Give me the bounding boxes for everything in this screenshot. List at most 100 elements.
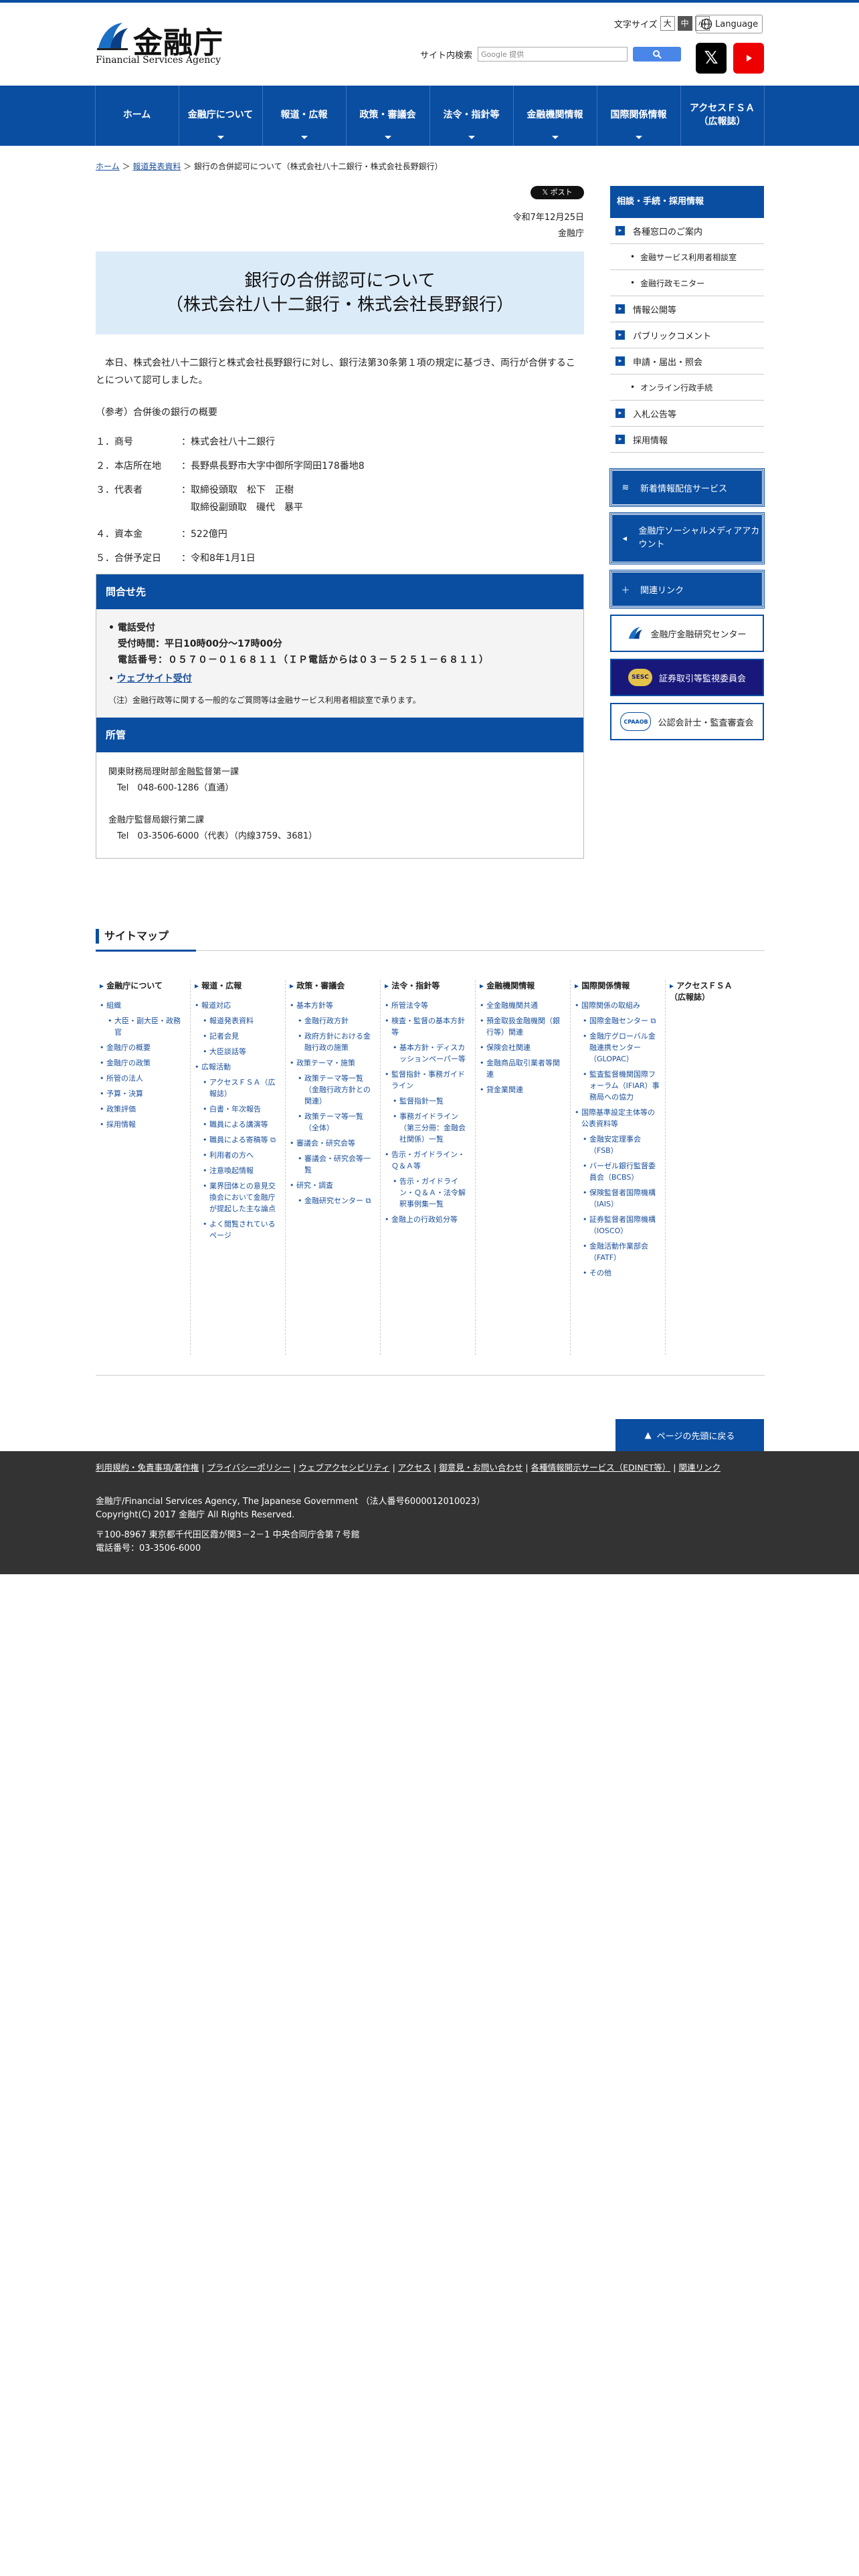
sidebar-item-online-procedures[interactable]: オンライン行政手続 — [610, 374, 764, 401]
sitemap-link[interactable]: 証券監督者国際機構（IOSCO） — [575, 1214, 661, 1237]
footer-link[interactable]: アクセス — [398, 1463, 431, 1473]
sitemap-link[interactable]: 審議会・研究会等 — [290, 1138, 376, 1149]
sitemap-link[interactable]: 告示・ガイドライン・Ｑ＆Ａ等 — [385, 1149, 471, 1172]
nav-about[interactable]: 金融庁について — [179, 86, 263, 146]
nav-policy[interactable]: 政策・審議会 — [347, 86, 430, 146]
sesc-button[interactable]: SESC 証券取引等監視委員会 — [610, 659, 764, 696]
sidebar-item-contacts[interactable]: ▸ 各種窓口のご案内 — [610, 218, 764, 244]
sitemap-link[interactable]: 国際関係の取組み — [575, 1000, 661, 1011]
related-links-button[interactable]: ＋関連リンク — [609, 570, 765, 609]
news-delivery-button[interactable]: ≋ 新着情報配信サービス — [609, 468, 765, 507]
fsa-logo[interactable]: 金融庁 Financial Services Agency — [96, 17, 229, 66]
sitemap-link[interactable]: 金融庁の概要 — [100, 1042, 186, 1053]
sitemap-link[interactable]: 注意喚起情報 — [195, 1165, 281, 1176]
research-center-button[interactable]: 金融庁金融研究センター — [610, 615, 764, 652]
sitemap-link[interactable]: 所管法令等 — [385, 1000, 471, 1011]
sidebar-item-monitor[interactable]: 金融行政モニター — [610, 270, 764, 296]
sitemap-column-title[interactable]: 報道・広報 — [195, 980, 281, 992]
sitemap-link[interactable]: 監督指針一覧 — [385, 1095, 471, 1107]
breadcrumb-press[interactable]: 報道発表資料 — [132, 162, 181, 171]
sitemap-link[interactable]: 審議会・研究会等一覧 — [290, 1153, 376, 1176]
sitemap-link[interactable]: 政策テーマ等一覧（全体） — [290, 1111, 376, 1134]
sidebar-item-applications[interactable]: ▸ 申請・届出・照会 — [610, 348, 764, 374]
sitemap-link[interactable]: 職員による講演等 — [195, 1119, 281, 1130]
sitemap-link[interactable]: 金融商品取引業者等関連 — [480, 1057, 566, 1080]
footer-link[interactable]: プライバシーポリシー — [207, 1463, 290, 1473]
sitemap-link[interactable]: 貸金業関連 — [480, 1084, 566, 1095]
sitemap-link[interactable]: 監査監督機関国際フォーラム（IFIAR）事務局への協力 — [575, 1069, 661, 1103]
sitemap-link[interactable]: 金融上の行政処分等 — [385, 1214, 471, 1225]
footer-link[interactable]: ウェブアクセシビリティ — [298, 1463, 389, 1473]
sitemap-link[interactable]: 事務ガイドライン（第三分冊：金融会社関係）一覧 — [385, 1111, 471, 1145]
sitemap-link[interactable]: 国際金融センター ⧉ — [575, 1015, 661, 1027]
language-button[interactable]: Language — [696, 15, 763, 33]
sitemap-link[interactable]: 金融活動作業部会（FATF） — [575, 1241, 661, 1263]
sitemap-link[interactable]: 業界団体との意見交換会において金融庁が提起した主な論点 — [195, 1180, 281, 1214]
sitemap-link[interactable]: 政策テーマ・施策 — [290, 1057, 376, 1069]
sitemap-link[interactable]: 大臣談話等 — [195, 1046, 281, 1057]
nav-press[interactable]: 報道・広報 — [263, 86, 347, 146]
sidebar-item-disclosure[interactable]: ▸ 情報公開等 — [610, 296, 764, 322]
sitemap-link[interactable]: 政府方針における金融行政の施策 — [290, 1031, 376, 1053]
sitemap-link[interactable]: 全金融機関共通 — [480, 1000, 566, 1011]
sitemap-column-title[interactable]: 金融機関情報 — [480, 980, 566, 992]
sitemap-link[interactable]: アクセスＦＳＡ（広報誌） — [195, 1077, 281, 1099]
footer-link[interactable]: 御意見・お問い合わせ — [439, 1463, 522, 1473]
back-to-top-button[interactable]: ▲ ページの先頭に戻る — [615, 1419, 764, 1451]
sitemap-link[interactable]: 大臣・副大臣・政務官 — [100, 1015, 186, 1038]
sidebar-item-bids[interactable]: ▸ 入札公告等 — [610, 401, 764, 427]
sitemap-link[interactable]: よく閲覧されているページ — [195, 1218, 281, 1241]
sitemap-link[interactable]: 政策テーマ等一覧（金融行政方針との関連） — [290, 1073, 376, 1107]
sitemap-column-title[interactable]: 政策・審議会 — [290, 980, 376, 992]
sitemap-link[interactable]: 保険監督者国際機構（IAIS） — [575, 1187, 661, 1210]
footer-link[interactable]: 関連リンク — [678, 1463, 721, 1473]
sitemap-link[interactable]: 基本方針等 — [290, 1000, 376, 1011]
sitemap-link[interactable]: 保険会社関連 — [480, 1042, 566, 1053]
sitemap-link[interactable]: 検査・監督の基本方針等 — [385, 1015, 471, 1038]
social-media-button[interactable]: ◂ 金融庁ソーシャルメディアアカウント — [609, 512, 765, 564]
sitemap-link[interactable]: 研究・調査 — [290, 1180, 376, 1191]
sitemap-column-title[interactable]: アクセスＦＳＡ （広報誌） — [670, 980, 757, 1003]
sitemap-link[interactable]: 広報活動 — [195, 1061, 281, 1073]
sitemap-link[interactable]: 金融庁グローバル金融連携センター（GLOPAC） — [575, 1031, 661, 1065]
sitemap-link[interactable]: 採用情報 — [100, 1119, 186, 1130]
sidebar-item-recruitment[interactable]: ▸ 採用情報 — [610, 427, 764, 453]
search-button[interactable] — [633, 47, 682, 62]
sitemap-link[interactable]: 予算・決算 — [100, 1088, 186, 1099]
font-size-large-button[interactable]: 大 — [660, 16, 675, 31]
x-post-button[interactable]: 𝕏 ポスト — [531, 186, 584, 199]
font-size-medium-button[interactable]: 中 — [677, 16, 692, 31]
sitemap-link[interactable]: 政策評価 — [100, 1103, 186, 1115]
sitemap-link[interactable]: 報道対応 — [195, 1000, 281, 1011]
sitemap-link[interactable]: 組織 — [100, 1000, 186, 1011]
cpaaob-button[interactable]: CPAAOB 公認会計士・監査審査会 — [610, 703, 764, 740]
sitemap-link[interactable]: 金融安定理事会（FSB） — [575, 1134, 661, 1156]
sitemap-column-title[interactable]: 国際関係情報 — [575, 980, 661, 992]
footer-link[interactable]: 各種情報開示サービス（EDINET等） — [531, 1463, 671, 1473]
sitemap-column-title[interactable]: 金融庁について — [100, 980, 186, 992]
footer-link[interactable]: 利用規約・免責事項/著作権 — [96, 1463, 199, 1473]
sidebar-item-public-comment[interactable]: ▸ パブリックコメント — [610, 322, 764, 348]
youtube-icon[interactable] — [733, 43, 764, 74]
sitemap-link[interactable]: 金融研究センター ⧉ — [290, 1195, 376, 1206]
sitemap-column-title[interactable]: 法令・指針等 — [385, 980, 471, 992]
nav-home[interactable]: ホーム — [96, 86, 179, 146]
sitemap-link[interactable]: 金融行政方針 — [290, 1015, 376, 1027]
sidebar-item-consumer-counseling[interactable]: 金融サービス利用者相談室 — [610, 244, 764, 270]
breadcrumb-home[interactable]: ホーム — [96, 162, 120, 171]
sitemap-link[interactable]: 監督指針・事務ガイドライン — [385, 1069, 471, 1091]
sitemap-link[interactable]: 記者会見 — [195, 1031, 281, 1042]
nav-laws[interactable]: 法令・指針等 — [430, 86, 514, 146]
sitemap-link[interactable]: バーゼル銀行監督委員会（BCBS） — [575, 1160, 661, 1183]
sitemap-link[interactable]: 基本方針・ディスカッションペーパー等 — [385, 1042, 471, 1065]
search-input[interactable]: Google 提供 — [478, 47, 628, 62]
sitemap-link[interactable]: 金融庁の政策 — [100, 1057, 186, 1069]
x-twitter-icon[interactable]: 𝕏 — [696, 43, 727, 74]
sitemap-link[interactable]: 報道発表資料 — [195, 1015, 281, 1027]
web-reception-link[interactable]: ウェブサイト受付 — [117, 673, 192, 684]
sitemap-link[interactable]: その他 — [575, 1267, 661, 1279]
sitemap-link[interactable]: 所管の法人 — [100, 1073, 186, 1084]
sitemap-link[interactable]: 利用者の方へ — [195, 1150, 281, 1161]
sitemap-link[interactable]: 預金取扱金融機関（銀行等）関連 — [480, 1015, 566, 1038]
nav-institutions[interactable]: 金融機関情報 — [514, 86, 597, 146]
